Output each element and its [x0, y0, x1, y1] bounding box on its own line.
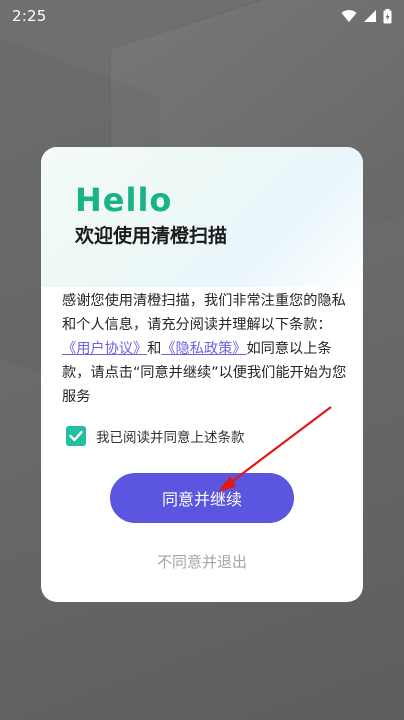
- status-time: 2:25: [12, 7, 47, 25]
- user-agreement-link[interactable]: 《用户协议》: [62, 341, 147, 357]
- hello-title: Hello: [75, 181, 173, 219]
- check-icon: [69, 430, 83, 442]
- status-bar: 2:25: [0, 0, 404, 32]
- wifi-icon: [341, 10, 357, 22]
- battery-charging-icon: [383, 8, 392, 23]
- agree-continue-button[interactable]: 同意并继续: [110, 473, 294, 523]
- privacy-policy-link[interactable]: 《隐私政策》: [161, 341, 246, 357]
- welcome-title: 欢迎使用清橙扫描: [75, 225, 228, 247]
- agree-row[interactable]: 我已阅读并同意上述条款: [66, 426, 245, 446]
- privacy-body-text: 感谢您使用清橙扫描，我们非常注重您的隐私和个人信息，请充分阅读并理解以下条款： 《…: [62, 289, 352, 409]
- and-text: 和: [147, 341, 162, 357]
- privacy-dialog: Hello 欢迎使用清橙扫描 感谢您使用清橙扫描，我们非常注重您的隐私和个人信息…: [41, 147, 363, 602]
- signal-icon: [364, 10, 376, 22]
- body-prefix: 感谢您使用清橙扫描，我们非常注重您的隐私和个人信息，请充分阅读并理解以下条款：: [62, 293, 346, 333]
- disagree-exit-button[interactable]: 不同意并退出: [41, 551, 363, 572]
- agree-checkbox-label[interactable]: 我已阅读并同意上述条款: [96, 426, 245, 446]
- status-icons: [341, 8, 392, 24]
- agree-checkbox[interactable]: [66, 426, 86, 446]
